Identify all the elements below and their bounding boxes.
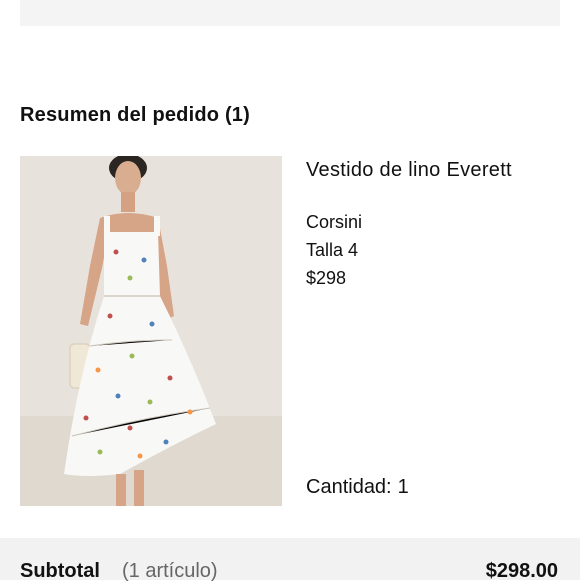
product-size: Talla 4 xyxy=(306,240,359,260)
product-quantity: Cantidad: 1 xyxy=(306,476,409,499)
product-image[interactable] xyxy=(20,156,282,506)
quantity-label: Cantidad: xyxy=(306,476,392,498)
dress-photo-icon xyxy=(20,156,282,506)
order-summary-title: Resumen del pedido (1) xyxy=(20,104,250,126)
subtotal-bar: Subtotal (1 artículo) $298.00 xyxy=(0,538,580,582)
product-price: $298 xyxy=(306,268,347,288)
quantity-value: 1 xyxy=(397,476,409,498)
top-panel xyxy=(20,0,560,26)
product-color: Corsini xyxy=(306,212,363,232)
product-name[interactable]: Vestido de lino Everett xyxy=(306,159,512,182)
